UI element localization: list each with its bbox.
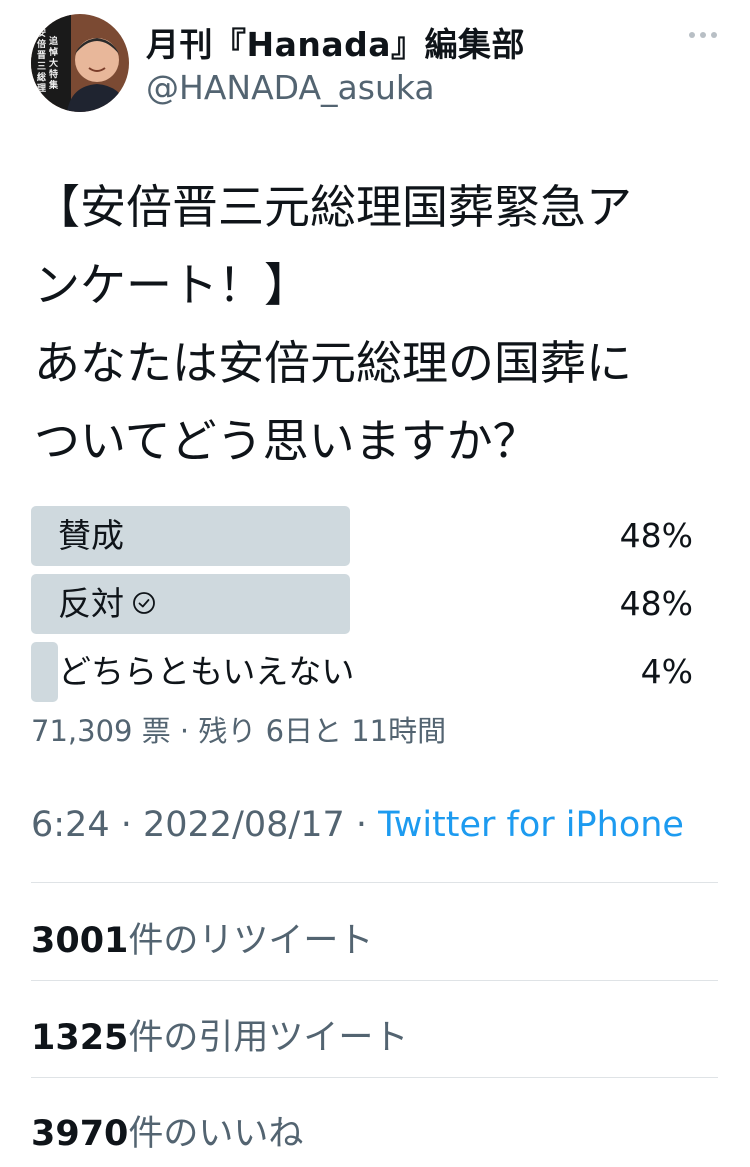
divider <box>31 882 718 883</box>
tweet-timestamp: 6:24 · 2022/08/17 · Twitter for iPhone <box>31 805 684 845</box>
tweet-text-line: 【安倍晋三元総理国葬緊急ア <box>34 180 632 234</box>
poll-option-label: どちらともいえない <box>58 652 355 691</box>
retweets-count: 3001 <box>31 921 129 961</box>
tweet-text-line: ンケート！】 <box>34 258 310 312</box>
more-horizontal-icon[interactable] <box>683 20 723 50</box>
svg-text:安: 安 <box>37 27 46 39</box>
likes-count: 3970 <box>31 1114 129 1154</box>
quotes-count: 1325 <box>31 1018 129 1058</box>
display-name[interactable]: 月刊『Hanada』編集部 <box>146 18 525 66</box>
likes-stat[interactable]: 3970件のいいね <box>31 1105 303 1156</box>
svg-text:総: 総 <box>37 71 46 83</box>
likes-label: 件のいいね <box>128 1114 304 1154</box>
quotes-label: 件の引用ツイート <box>128 1018 409 1058</box>
tweet-time[interactable]: 6:24 <box>31 805 110 845</box>
tweet-text: 【安倍晋三元総理国葬緊急ア ンケート！】 あなたは安倍元総理の国葬に ついてどう… <box>34 168 724 480</box>
poll-option-percent: 48% <box>619 516 693 555</box>
poll-option-percent: 4% <box>640 652 693 691</box>
poll-option-oppose: 反対 48% <box>31 574 696 634</box>
poll-option-label: 賛成 <box>58 516 124 555</box>
divider <box>31 1077 718 1078</box>
svg-text:特: 特 <box>49 68 58 80</box>
poll: 賛成 48% 反対 48% どちらともいえない 4% <box>31 506 696 710</box>
avatar[interactable]: 安倍晋 三総理 追悼大 特集 <box>31 14 129 112</box>
svg-text:倍: 倍 <box>37 38 46 50</box>
svg-text:三: 三 <box>37 61 46 72</box>
poll-option-percent: 48% <box>619 584 693 623</box>
tweet-date[interactable]: 2022/08/17 <box>143 805 345 845</box>
poll-option-agree: 賛成 48% <box>31 506 696 566</box>
poll-bar <box>31 642 58 702</box>
svg-text:理: 理 <box>37 83 46 94</box>
user-handle[interactable]: @HANADA_asuka <box>146 68 435 107</box>
check-circle-icon <box>132 574 156 634</box>
tweet-text-line: あなたは安倍元総理の国葬に <box>34 336 632 390</box>
svg-text:晋: 晋 <box>37 50 46 61</box>
tweet-header: 安倍晋 三総理 追悼大 特集 月刊『Hanada』編集部 @HANADA_asu… <box>0 0 750 130</box>
svg-text:悼: 悼 <box>48 46 58 58</box>
tweet-source-link[interactable]: Twitter for iPhone <box>378 805 684 845</box>
divider <box>31 980 718 981</box>
retweets-stat[interactable]: 3001件のリツイート <box>31 912 373 963</box>
svg-text:大: 大 <box>49 57 58 69</box>
svg-text:追: 追 <box>49 35 59 47</box>
poll-option-neutral: どちらともいえない 4% <box>31 642 696 702</box>
retweets-label: 件のリツイート <box>128 921 374 961</box>
svg-text:集: 集 <box>48 79 59 91</box>
poll-meta: 71,309 票 · 残り 6日と 11時間 <box>31 714 447 748</box>
tweet-text-line: ついてどう思いますか？ <box>34 414 539 468</box>
poll-option-label-wrap: 反対 <box>58 574 156 634</box>
quotes-stat[interactable]: 1325件の引用ツイート <box>31 1009 408 1060</box>
poll-option-label: 反対 <box>58 584 124 623</box>
